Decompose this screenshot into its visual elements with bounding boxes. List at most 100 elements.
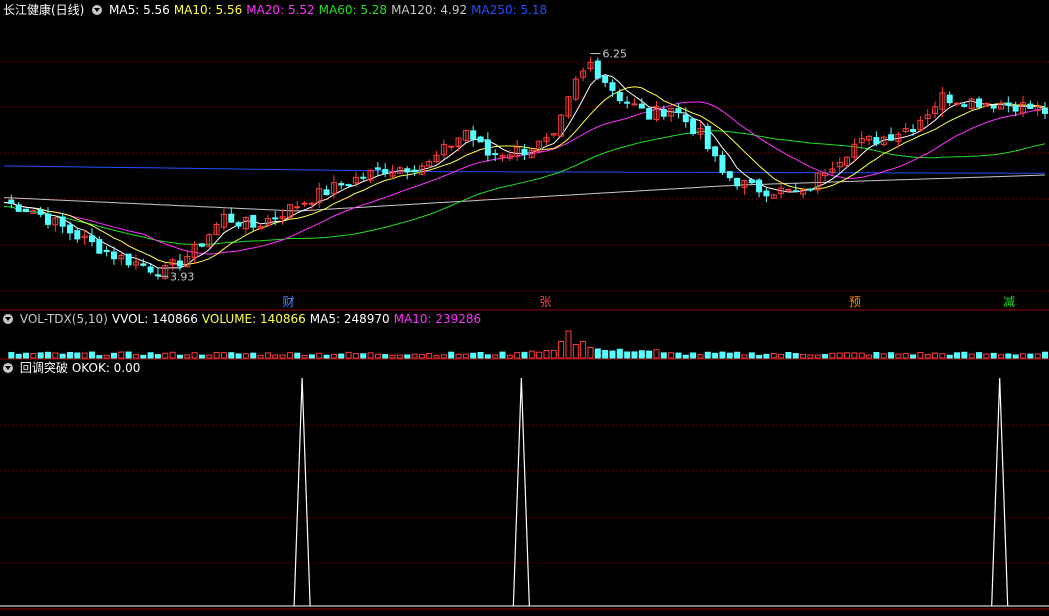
candle-up <box>308 202 315 205</box>
volume-bar <box>154 354 161 359</box>
volume-bar <box>1042 351 1048 359</box>
volume-bar <box>316 352 323 359</box>
volume-bar <box>15 353 22 359</box>
candle-down <box>1042 107 1048 114</box>
candle-down <box>360 176 367 179</box>
candle-down <box>602 75 609 83</box>
volume-bar <box>37 352 44 359</box>
volume-bar <box>176 354 183 359</box>
candle-down <box>147 266 154 273</box>
candle-down <box>888 134 895 141</box>
volume-bar <box>1012 354 1019 359</box>
volume-bar <box>264 352 271 359</box>
volume-bar <box>514 352 521 359</box>
candle-down <box>756 179 763 193</box>
volume-bar <box>990 352 997 359</box>
ma20-line <box>3 101 1046 255</box>
candle-down <box>646 108 653 120</box>
candle-down <box>8 199 15 205</box>
volume-bar <box>836 352 843 359</box>
volume-bar <box>748 352 755 359</box>
candle-down <box>235 222 242 227</box>
candle-down <box>74 230 81 240</box>
volume-bar <box>374 353 381 359</box>
candle-down <box>176 260 183 267</box>
candle-down <box>15 204 22 212</box>
volume-bar <box>66 351 73 359</box>
volume-bar <box>726 352 733 359</box>
candle-down <box>792 190 799 193</box>
candle-down <box>110 251 117 260</box>
candle-down <box>59 216 66 227</box>
volume-bar <box>308 354 315 359</box>
volume-bar <box>602 350 609 359</box>
volume-bar <box>44 351 51 359</box>
volume-bar <box>660 352 667 359</box>
candle-down <box>690 118 697 135</box>
volume-bar <box>550 349 557 359</box>
candle-down <box>228 213 235 223</box>
volume-bar <box>389 354 396 359</box>
volume-bar <box>763 353 770 359</box>
candle-down <box>37 209 44 215</box>
signal-spike <box>512 377 530 607</box>
volume-bar <box>81 352 88 359</box>
candle-up <box>954 102 961 105</box>
volume-bar <box>741 354 748 359</box>
candle-up <box>301 202 308 205</box>
volume-bar <box>338 353 345 359</box>
event-marker: 预 <box>849 295 861 309</box>
volume-bar <box>220 352 227 359</box>
volume-bar <box>880 353 887 359</box>
volume-bar <box>206 354 213 359</box>
candle-down <box>704 125 711 150</box>
volume-bar <box>184 354 191 359</box>
candle-up <box>631 103 638 106</box>
volume-bar <box>946 354 953 359</box>
volume-bar <box>543 350 550 359</box>
volume-bar <box>8 351 15 359</box>
volume-bar <box>103 354 110 359</box>
volume-bar <box>917 352 924 359</box>
volume-bar <box>822 354 829 359</box>
volume-bar <box>367 352 374 359</box>
candle-down <box>345 184 352 187</box>
volume-bar <box>616 348 623 359</box>
candle-down <box>470 130 477 140</box>
volume-bar <box>59 353 66 359</box>
candle-down <box>250 214 257 228</box>
candle-down <box>910 129 917 132</box>
signal-spike <box>293 377 311 607</box>
candle-down <box>411 169 418 173</box>
volume-bar <box>690 352 697 359</box>
candle-down <box>1012 105 1019 112</box>
candle-down <box>961 104 968 107</box>
candle-down <box>807 188 814 191</box>
candle-down <box>125 253 132 266</box>
volume-bar <box>235 353 242 359</box>
volume-bar <box>499 351 506 359</box>
candle-down <box>726 171 733 179</box>
volume-bar <box>712 352 719 359</box>
candle-down <box>66 224 73 234</box>
volume-bar <box>162 352 169 359</box>
candle-down <box>103 249 110 252</box>
stock-chart[interactable]: 6.25 3.93 财 张 预 减 <box>0 0 1049 616</box>
volume-bar <box>814 354 821 359</box>
volume-bar <box>52 352 59 359</box>
volume-bar <box>851 352 858 359</box>
candle-down <box>521 148 528 156</box>
volume-bar <box>448 351 455 359</box>
volume-bar <box>888 352 895 359</box>
candle-down <box>675 108 682 113</box>
volume-bar <box>470 352 477 359</box>
volume-bar <box>396 354 403 359</box>
volume-bar <box>858 352 865 359</box>
candle-down <box>594 60 601 79</box>
volume-bar <box>169 351 176 359</box>
volume-bar <box>191 352 198 359</box>
volume-bar <box>594 348 601 359</box>
volume-bar <box>866 354 873 359</box>
volume-bar <box>1034 353 1041 359</box>
volume-bar <box>792 353 799 359</box>
